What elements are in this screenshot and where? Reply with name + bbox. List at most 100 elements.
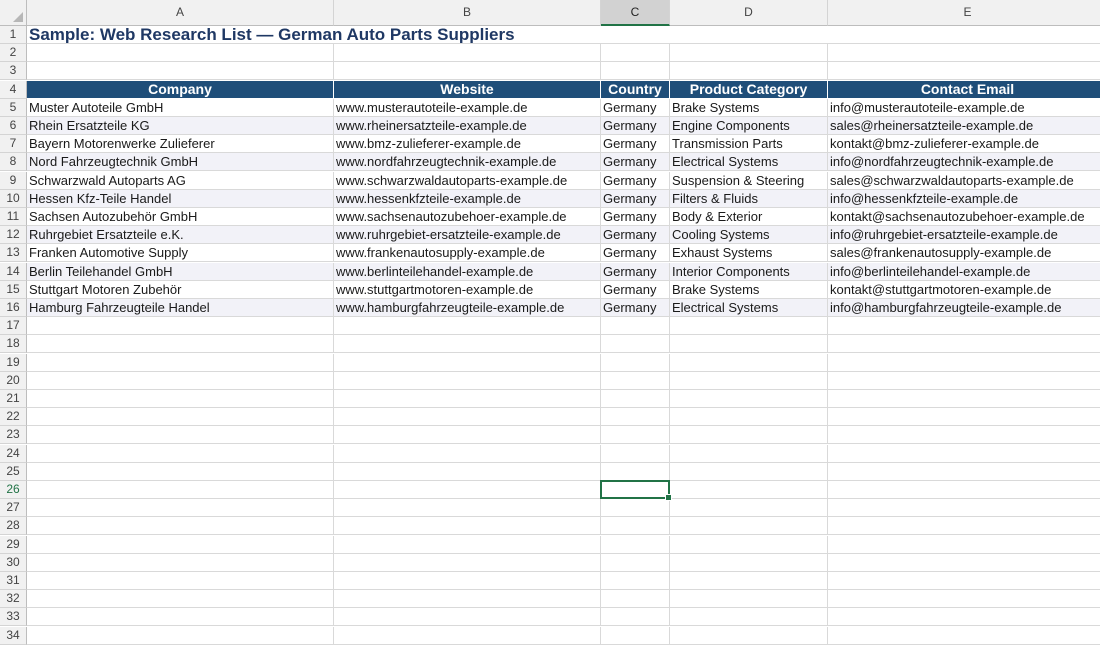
- spreadsheet[interactable]: A B C D E 1 Sample: Web Research List — German…: [0, 0, 1100, 648]
- table-cell[interactable]: www.rheinersatzteile-example.de: [334, 117, 601, 135]
- table-cell[interactable]: www.nordfahrzeugtechnik-example.de: [334, 153, 601, 172]
- table-cell[interactable]: Electrical Systems: [670, 153, 828, 172]
- column-header-b[interactable]: B: [334, 0, 601, 26]
- empty-cell[interactable]: [601, 426, 670, 445]
- table-cell[interactable]: sales@frankenautosupply-example.de: [828, 244, 1100, 263]
- empty-cell[interactable]: [334, 499, 601, 518]
- active-cell-selection[interactable]: [600, 480, 672, 502]
- empty-cell[interactable]: [334, 444, 601, 463]
- row-header-8[interactable]: 8: [0, 153, 27, 172]
- table-cell[interactable]: kontakt@sachsenautozubehoer-example.de: [828, 208, 1100, 226]
- empty-cell[interactable]: [27, 408, 334, 427]
- empty-cell[interactable]: [670, 390, 828, 408]
- table-cell[interactable]: www.ruhrgebiet-ersatzteile-example.de: [334, 226, 601, 245]
- empty-cell[interactable]: [828, 572, 1100, 590]
- empty-cell[interactable]: [670, 481, 828, 499]
- empty-cell[interactable]: [27, 317, 334, 336]
- table-cell[interactable]: www.schwarzwaldautoparts-example.de: [334, 171, 601, 190]
- empty-cell[interactable]: [670, 626, 828, 645]
- empty-cell[interactable]: [601, 462, 670, 481]
- table-cell[interactable]: Hessen Kfz-Teile Handel: [27, 189, 334, 208]
- table-cell[interactable]: Germany: [601, 117, 670, 135]
- table-cell[interactable]: Electrical Systems: [670, 299, 828, 317]
- column-title-website[interactable]: Website: [334, 80, 601, 99]
- empty-cell[interactable]: [334, 353, 601, 372]
- empty-cell[interactable]: [670, 590, 828, 609]
- row-header-1[interactable]: 1: [0, 26, 27, 44]
- empty-cell[interactable]: [601, 444, 670, 463]
- empty-cell[interactable]: [601, 590, 670, 609]
- table-cell[interactable]: Hamburg Fahrzeugteile Handel: [27, 299, 334, 317]
- empty-cell[interactable]: [670, 317, 828, 336]
- empty-cell[interactable]: [828, 372, 1100, 390]
- table-cell[interactable]: Interior Components: [670, 262, 828, 281]
- empty-cell[interactable]: [828, 317, 1100, 336]
- row-header-13[interactable]: 13: [0, 244, 27, 263]
- empty-cell[interactable]: [27, 553, 334, 572]
- row-header-9[interactable]: 9: [0, 171, 27, 190]
- empty-cell[interactable]: [27, 608, 334, 627]
- empty-cell[interactable]: [601, 517, 670, 536]
- table-cell[interactable]: Bayern Motorenwerke Zulieferer: [27, 135, 334, 154]
- empty-cell[interactable]: [601, 499, 670, 518]
- table-cell[interactable]: Germany: [601, 262, 670, 281]
- empty-cell[interactable]: [828, 554, 1100, 572]
- table-cell[interactable]: Schwarzwald Autoparts AG: [27, 171, 334, 190]
- table-cell[interactable]: info@hessenkfzteile-example.de: [828, 189, 1100, 208]
- empty-cell[interactable]: [670, 499, 828, 518]
- empty-cell[interactable]: [670, 44, 828, 63]
- table-cell[interactable]: Cooling Systems: [670, 226, 828, 245]
- sheet-title[interactable]: Sample: Web Research List — German Auto …: [27, 26, 1100, 44]
- empty-cell[interactable]: [828, 608, 1100, 627]
- row-header-23[interactable]: 23: [0, 426, 27, 445]
- table-cell[interactable]: Body & Exterior: [670, 208, 828, 226]
- row-header-11[interactable]: 11: [0, 208, 27, 226]
- table-cell[interactable]: Filters & Fluids: [670, 189, 828, 208]
- empty-cell[interactable]: [670, 553, 828, 572]
- table-cell[interactable]: Germany: [601, 98, 670, 117]
- table-cell[interactable]: info@musterautoteile-example.de: [828, 99, 1100, 117]
- empty-cell[interactable]: [27, 517, 334, 536]
- row-header-19[interactable]: 19: [0, 353, 27, 372]
- row-header-27[interactable]: 27: [0, 499, 27, 518]
- empty-cell[interactable]: [601, 317, 670, 336]
- table-cell[interactable]: www.berlinteilehandel-example.de: [334, 262, 601, 281]
- column-header-e[interactable]: E: [828, 0, 1100, 26]
- table-cell[interactable]: info@hamburgfahrzeugteile-example.de: [828, 299, 1100, 317]
- row-header-5[interactable]: 5: [0, 98, 27, 117]
- empty-cell[interactable]: [27, 353, 334, 372]
- column-title-country[interactable]: Country: [601, 80, 670, 99]
- empty-cell[interactable]: [670, 62, 828, 81]
- table-cell[interactable]: Transmission Parts: [670, 135, 828, 154]
- empty-cell[interactable]: [601, 335, 670, 354]
- empty-cell[interactable]: [334, 408, 601, 427]
- table-cell[interactable]: Germany: [601, 280, 670, 299]
- empty-cell[interactable]: [601, 572, 670, 590]
- table-cell[interactable]: Germany: [601, 189, 670, 208]
- empty-cell[interactable]: [601, 62, 670, 81]
- table-cell[interactable]: Germany: [601, 299, 670, 317]
- row-header-12[interactable]: 12: [0, 226, 27, 245]
- row-header-10[interactable]: 10: [0, 189, 27, 208]
- empty-cell[interactable]: [27, 481, 334, 499]
- row-header-4[interactable]: 4: [0, 80, 27, 99]
- empty-cell[interactable]: [334, 62, 601, 81]
- empty-cell[interactable]: [27, 590, 334, 609]
- empty-cell[interactable]: [334, 626, 601, 645]
- empty-cell[interactable]: [670, 335, 828, 354]
- row-header-2[interactable]: 2: [0, 44, 27, 63]
- empty-cell[interactable]: [828, 62, 1100, 81]
- empty-cell[interactable]: [601, 44, 670, 63]
- empty-cell[interactable]: [828, 463, 1100, 481]
- row-header-18[interactable]: 18: [0, 335, 27, 354]
- empty-cell[interactable]: [828, 627, 1100, 645]
- column-title-company[interactable]: Company: [27, 80, 334, 99]
- empty-cell[interactable]: [670, 517, 828, 536]
- column-header-d[interactable]: D: [670, 0, 828, 26]
- empty-cell[interactable]: [27, 535, 334, 554]
- table-cell[interactable]: Berlin Teilehandel GmbH: [27, 262, 334, 281]
- table-cell[interactable]: Germany: [601, 171, 670, 190]
- row-header-17[interactable]: 17: [0, 317, 27, 336]
- table-cell[interactable]: Ruhrgebiet Ersatzteile e.K.: [27, 226, 334, 245]
- table-cell[interactable]: kontakt@stuttgartmotoren-example.de: [828, 281, 1100, 299]
